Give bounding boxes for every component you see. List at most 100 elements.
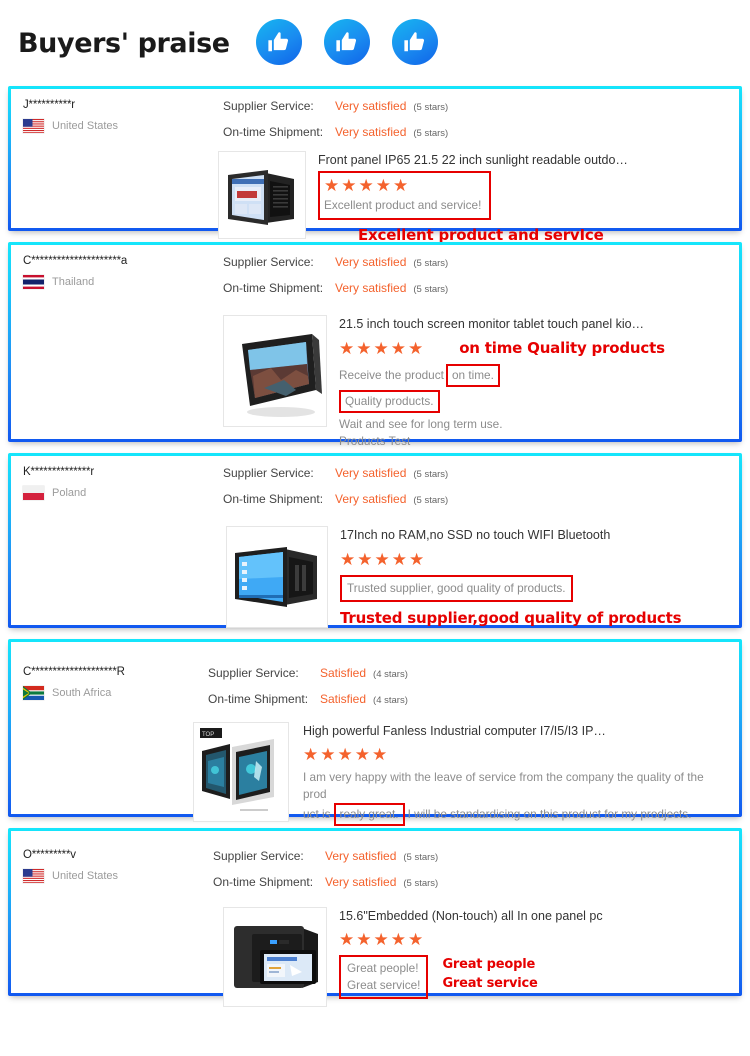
supplier-service-value: Very satisfied	[335, 255, 407, 269]
supplier-service-value: Very satisfied	[325, 849, 397, 863]
thumbs-up-icon	[323, 19, 370, 65]
ratings: Supplier Service: Satisfied (4 stars) On…	[208, 664, 729, 716]
buyer-country: Thailand	[23, 275, 223, 289]
product-details: Front panel IP65 21.5 22 inch sunlight r…	[306, 151, 729, 244]
buyer-name: C********************R	[23, 666, 125, 678]
supplier-service-label: Supplier Service:	[223, 466, 314, 480]
supplier-service-label: Supplier Service:	[213, 849, 304, 863]
buyer-info: C********************R South Africa	[23, 664, 208, 700]
product-title[interactable]: 17Inch no RAM,no SSD no touch WIFI Bluet…	[340, 526, 729, 544]
on-time-shipment-label: On-time Shipment:	[213, 875, 314, 889]
product-title[interactable]: 15.6"Embedded (Non-touch) all In one pan…	[339, 907, 729, 925]
product-title[interactable]: Front panel IP65 21.5 22 inch sunlight r…	[318, 151, 729, 169]
annotation-text: Trusted supplier,good quality of product…	[340, 609, 682, 627]
product-image[interactable]	[226, 526, 328, 628]
on-time-shipment-label: On-time Shipment:	[208, 692, 309, 706]
product-image[interactable]: TOP	[193, 722, 289, 822]
product-title[interactable]: 21.5 inch touch screen monitor tablet to…	[339, 315, 729, 333]
page-title: Buyers' praise	[18, 27, 230, 59]
review-stars: ★★★★★	[339, 339, 426, 358]
reviews-list: J**********r United States Supplier Serv…	[0, 86, 750, 1007]
on-time-shipment-stars: (5 stars)	[403, 878, 439, 889]
supplier-service-stars: (5 stars)	[413, 258, 449, 269]
supplier-service-label: Supplier Service:	[208, 666, 299, 680]
supplier-service-row: Supplier Service: Very satisfied (5 star…	[223, 253, 729, 273]
on-time-shipment-stars: (5 stars)	[413, 284, 449, 295]
product-image[interactable]	[223, 907, 327, 1007]
supplier-service-value: Satisfied	[320, 666, 367, 680]
supplier-service-row: Supplier Service: Very satisfied (5 star…	[223, 97, 729, 117]
annotation-text: Great people	[442, 957, 536, 972]
review-comment-highlight: Quality products.	[339, 390, 440, 413]
ratings: Supplier Service: Very satisfied (5 star…	[223, 253, 729, 305]
highlight-box: Great people! Great service!	[339, 955, 429, 999]
on-time-shipment-stars: (5 stars)	[413, 128, 449, 139]
review-comment-highlight: on time.	[445, 364, 500, 387]
on-time-shipment-stars: (5 stars)	[413, 495, 449, 506]
on-time-shipment-value: Very satisfied	[335, 281, 407, 295]
on-time-shipment-value: Very satisfied	[335, 492, 407, 506]
buyer-name: J**********r	[23, 99, 75, 111]
review-comment: Receive the product	[339, 368, 444, 382]
review-comment-highlight: Trusted supplier, good quality of produc…	[340, 575, 573, 602]
review-comment: uct is	[303, 807, 331, 821]
review-comment-highlight: realy great.	[333, 803, 405, 826]
review-card[interactable]: O*********v United States Supplier Servi…	[8, 828, 742, 1007]
review-stars: ★★★★★	[339, 930, 426, 949]
on-time-shipment-row: On-time Shipment: Satisfied (4 stars)	[208, 690, 729, 710]
on-time-shipment-stars: (4 stars)	[373, 695, 408, 706]
supplier-service-label: Supplier Service:	[223, 255, 314, 269]
on-time-shipment-label: On-time Shipment:	[223, 281, 324, 295]
ratings: Supplier Service: Very satisfied (5 star…	[223, 97, 729, 149]
product-image[interactable]	[223, 315, 327, 427]
product-details: 17Inch no RAM,no SSD no touch WIFI Bluet…	[328, 526, 729, 628]
review-card[interactable]: J**********r United States Supplier Serv…	[8, 86, 742, 244]
review-card[interactable]: C********************R South Africa Supp…	[8, 639, 742, 843]
thumbs-up-icon	[391, 19, 438, 65]
buyer-info: O*********v United States	[23, 847, 213, 883]
buyer-name: K**************r	[23, 466, 94, 478]
review-stars: ★★★★★	[340, 550, 427, 569]
supplier-service-stars: (5 stars)	[413, 469, 449, 480]
review-stars: ★★★★★	[324, 176, 411, 195]
buyer-info: J**********r United States	[23, 97, 223, 133]
annotation-text: on time Quality products	[459, 338, 665, 357]
country-label: United States	[52, 120, 119, 132]
review-comment: Products Test	[339, 434, 411, 448]
buyer-info: C*********************a Thailand	[23, 253, 223, 289]
buyer-name: C*********************a	[23, 255, 128, 267]
on-time-shipment-value: Satisfied	[320, 692, 367, 706]
on-time-shipment-row: On-time Shipment: Very satisfied (5 star…	[223, 123, 729, 143]
country-label: Poland	[52, 487, 87, 499]
buyer-country: South Africa	[23, 686, 208, 700]
flag-za-icon	[23, 686, 44, 700]
on-time-shipment-row: On-time Shipment: Very satisfied (5 star…	[223, 279, 729, 299]
buyer-country: United States	[23, 119, 223, 133]
product-title[interactable]: High powerful Fanless Industrial compute…	[303, 722, 729, 740]
country-label: Thailand	[52, 276, 95, 288]
review-card[interactable]: C*********************a Thailand Supplie…	[8, 242, 742, 448]
supplier-service-row: Supplier Service: Satisfied (4 stars)	[208, 664, 729, 684]
product-image[interactable]	[218, 151, 306, 239]
review-card[interactable]: K**************r Poland Supplier Service…	[8, 453, 742, 628]
flag-th-icon	[23, 275, 44, 289]
on-time-shipment-label: On-time Shipment:	[223, 492, 324, 506]
supplier-service-stars: (5 stars)	[413, 102, 449, 113]
on-time-shipment-value: Very satisfied	[335, 125, 407, 139]
annotation-text-2: Great service	[442, 976, 538, 991]
supplier-service-value: Very satisfied	[335, 466, 407, 480]
ratings: Supplier Service: Very satisfied (5 star…	[213, 847, 729, 899]
review-comment: I am very happy with the leave of servic…	[303, 770, 704, 801]
thumbs-up-badge-group	[255, 19, 438, 67]
svg-text:TOP: TOP	[202, 732, 214, 738]
flag-us-icon	[23, 119, 44, 133]
supplier-service-row: Supplier Service: Very satisfied (5 star…	[213, 847, 729, 867]
on-time-shipment-value: Very satisfied	[325, 875, 397, 889]
supplier-service-label: Supplier Service:	[223, 99, 314, 113]
page-header: Buyers' praise	[0, 0, 750, 86]
thumbs-up-icon	[255, 19, 302, 65]
review-stars: ★★★★★	[303, 745, 390, 764]
review-comment: Great service!	[347, 978, 421, 992]
highlight-box: ★★★★★ Excellent product and service!	[318, 171, 492, 220]
review-comment: Excellent product and service!	[324, 198, 482, 212]
